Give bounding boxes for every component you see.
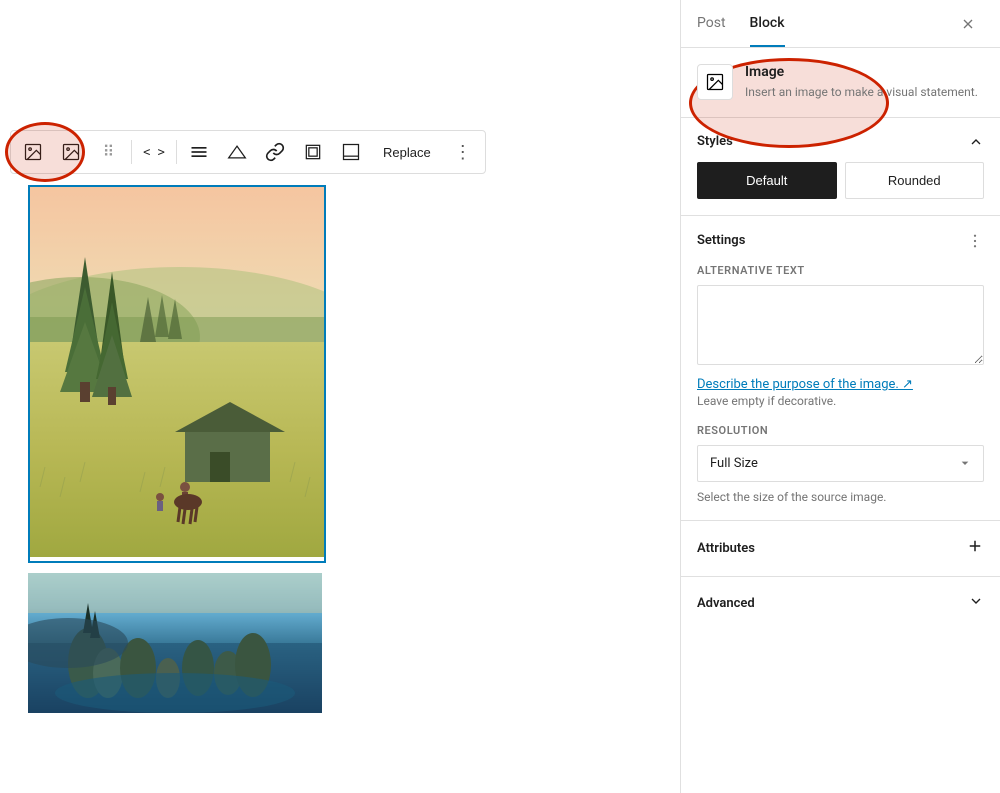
tab-post[interactable]: Post [697,1,726,47]
describe-hint: Leave empty if decorative. [697,394,984,408]
image-block-selected[interactable] [28,185,326,563]
alt-text-input[interactable] [697,285,984,365]
more-options-btn[interactable]: ⋮ [445,134,481,170]
settings-title: Settings [697,233,745,248]
settings-header: Settings [697,232,984,250]
resolution-label: RESOLUTION [697,424,984,437]
advanced-title: Advanced [697,596,755,611]
styles-collapse-btn[interactable] [968,134,984,150]
attributes-section: Attributes [681,521,1000,577]
block-type-icon [697,64,733,100]
advanced-header[interactable]: Advanced [697,593,984,614]
resolution-hint: Select the size of the source image. [697,490,984,504]
drag-handle[interactable]: ⠿ [91,134,127,170]
tab-block[interactable]: Block [750,1,785,47]
block-toolbar: ⠿ < > [10,130,486,174]
sidebar-header: Post Block [681,0,1000,48]
caption-btn[interactable] [333,134,369,170]
replace-btn[interactable]: Replace [371,134,443,170]
attributes-title: Attributes [697,541,755,556]
styles-section-header: Styles [697,134,984,150]
settings-menu-btn[interactable] [966,232,984,250]
attributes-expand-btn[interactable] [966,537,984,560]
crop-btn[interactable] [295,134,331,170]
editor-area: ⠿ < > [0,0,680,793]
code-editor-btn[interactable]: < > [136,134,172,170]
block-title: Image [745,64,978,80]
alt-text-label: ALTERNATIVE TEXT [697,264,984,277]
advanced-expand-btn[interactable] [968,593,984,614]
image-block-icon-1[interactable] [15,134,51,170]
style-default-btn[interactable]: Default [697,162,837,199]
resolution-select[interactable]: Thumbnail Medium Large Full Size [697,445,984,482]
block-description: Insert an image to make a visual stateme… [745,84,978,101]
settings-section: Settings ALTERNATIVE TEXT Describe the p… [681,216,1000,521]
styles-title: Styles [697,134,733,149]
image-block-2 [28,573,388,717]
sidebar-panel: Post Block Image Insert an image to mak [680,0,1000,793]
align-btn[interactable] [181,134,217,170]
style-rounded-btn[interactable]: Rounded [845,162,985,199]
sidebar-tabs: Post Block [697,1,785,47]
advanced-section: Advanced [681,577,1000,630]
toolbar-divider-1 [131,140,132,164]
describe-purpose-link[interactable]: Describe the purpose of the image. ↗ [697,377,984,392]
image-block-icon-2[interactable] [53,134,89,170]
block-info-text: Image Insert an image to make a visual s… [745,64,978,101]
style-buttons: Default Rounded [697,162,984,199]
styles-section: Styles Default Rounded [681,118,1000,216]
triangle-btn[interactable] [219,134,255,170]
canvas-content [28,185,388,717]
link-btn[interactable] [257,134,293,170]
toolbar-divider-2 [176,140,177,164]
block-info-section: Image Insert an image to make a visual s… [681,48,1000,118]
attributes-header[interactable]: Attributes [697,537,984,560]
close-sidebar-btn[interactable] [952,8,984,40]
